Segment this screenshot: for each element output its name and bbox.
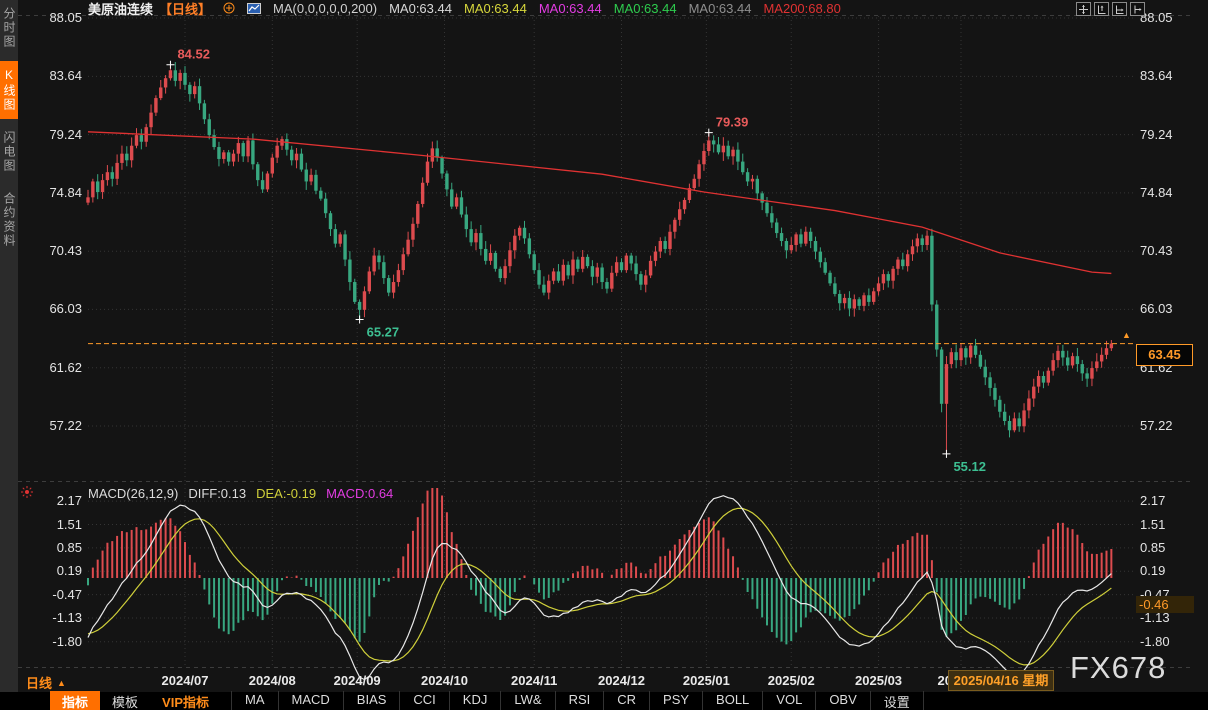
macd-tick: 0.85 [1140, 540, 1196, 556]
x-axis-scale-icon[interactable] [1094, 2, 1109, 16]
macd-tick: 0.85 [26, 540, 82, 556]
brand-watermark: FX678 [1070, 650, 1166, 686]
month-label: 2025/01 [666, 673, 746, 688]
symbol-name: 美原油连续 [88, 0, 153, 18]
macd-tick: 0.19 [26, 563, 82, 579]
indicator-tab-bias[interactable]: BIAS [343, 691, 400, 710]
chart-toolbox [1076, 2, 1145, 16]
price-tick: 57.22 [1140, 418, 1196, 434]
month-label: 2024/12 [582, 673, 662, 688]
price-tick: 88.05 [1140, 10, 1196, 26]
month-label: 2024/07 [145, 673, 225, 688]
y-axis-scale-icon[interactable] [1112, 2, 1127, 16]
ma-params: MA(0,0,0,0,0,200) [273, 1, 377, 16]
macd-params: MACD(26,12,9) [88, 486, 178, 501]
sidebar-item-contract-info[interactable]: 合约资料 [0, 185, 18, 255]
macd-tick: 1.51 [1140, 517, 1196, 533]
month-label: 2024/08 [232, 673, 312, 688]
macd-tick: 2.17 [1140, 493, 1196, 509]
price-tick: 83.64 [1140, 68, 1196, 84]
last-candle-arrow-icon: ▲ [1122, 330, 1131, 340]
bottom-toolbar: 指标 模板 VIP指标 MAMACDBIASCCIKDJLW&RSICRPSYB… [0, 692, 1208, 710]
sidebar: 分时图 K线图 闪电图 合约资料 [0, 0, 18, 692]
price-tick: 61.62 [26, 360, 82, 376]
add-indicator-icon[interactable] [223, 2, 235, 14]
indicator-tab-vol[interactable]: VOL [762, 691, 815, 710]
macd-tick: 2.17 [26, 493, 82, 509]
period-selector[interactable]: 日线 ▲ [26, 673, 66, 692]
price-tick: 57.22 [26, 418, 82, 434]
sidebar-item-flash-chart[interactable]: 闪电图 [0, 124, 18, 180]
caret-up-icon: ▲ [57, 678, 66, 688]
tab-vip-indicators[interactable]: VIP指标 [150, 691, 221, 710]
period-badge: 【日线】 [159, 0, 211, 18]
price-tick: 66.03 [26, 301, 82, 317]
ma-value: MA0:63.44 [389, 1, 452, 16]
macd-tick: -0.47 [26, 587, 82, 603]
macd-tick: 1.51 [26, 517, 82, 533]
chart-header: 美原油连续 【日线】 MA(0,0,0,0,0,200) MA0:63.44 M… [88, 0, 841, 16]
macd-tick: 0.19 [1140, 563, 1196, 579]
indicator-tab-rsi[interactable]: RSI [555, 691, 604, 710]
svg-text:84.52: 84.52 [177, 47, 210, 62]
month-label: 2024/09 [317, 673, 397, 688]
indicator-tab-macd[interactable]: MACD [278, 691, 343, 710]
month-label: 2025/03 [839, 673, 919, 688]
sidebar-item-time-chart[interactable]: 分时图 [0, 0, 18, 56]
ma-value: MA0:63.44 [539, 1, 602, 16]
ma-value: MA200:68.80 [763, 1, 840, 16]
indicator-tab-ma[interactable]: MA [231, 691, 278, 710]
month-label: 2024/10 [404, 673, 484, 688]
indicator-tab-lw&[interactable]: LW& [500, 691, 554, 710]
cursor-date-label: 2025/04/16 星期三 [948, 670, 1054, 691]
price-tick: 79.24 [1140, 127, 1196, 143]
indicator-tab-obv[interactable]: OBV [815, 691, 869, 710]
price-tick: 79.24 [26, 127, 82, 143]
period-selector-label: 日线 [26, 673, 52, 692]
month-label: 2025/02 [751, 673, 831, 688]
ma-value: MA0:63.44 [464, 1, 527, 16]
chart-application: 84.52 65.27 79.39 55.12 分时图 K线图 闪电图 合约资料 美原… [0, 0, 1208, 710]
pane-shift-icon[interactable] [1130, 2, 1145, 16]
macd-tick: -1.13 [26, 610, 82, 626]
ma-value: MA0:63.44 [614, 1, 677, 16]
price-tick: 74.84 [1140, 185, 1196, 201]
current-macd-tag: -0.46 [1136, 596, 1194, 613]
ma-value: MA0:63.44 [689, 1, 752, 16]
macd-dea-value: DEA:-0.19 [256, 486, 316, 501]
tab-templates[interactable]: 模板 [100, 691, 150, 710]
svg-text:55.12: 55.12 [953, 459, 986, 474]
price-tick: 88.05 [26, 10, 82, 26]
svg-text:65.27: 65.27 [367, 324, 400, 339]
price-tick: 74.84 [26, 185, 82, 201]
tab-indicators[interactable]: 指标 [50, 691, 100, 710]
macd-tick: -1.80 [1140, 634, 1196, 650]
indicator-tab-kdj[interactable]: KDJ [449, 691, 501, 710]
mini-chart-icon [247, 3, 261, 14]
indicator-tab-boll[interactable]: BOLL [702, 691, 762, 710]
sidebar-item-candle-chart[interactable]: K线图 [0, 61, 18, 119]
chart-canvas[interactable]: 84.52 65.27 79.39 55.12 [0, 0, 1208, 710]
macd-header: MACD(26,12,9) DIFF:0.13 DEA:-0.19 MACD:0… [88, 486, 393, 501]
crosshair-pan-icon[interactable] [1076, 2, 1091, 16]
indicator-list: MAMACDBIASCCIKDJLW&RSICRPSYBOLLVOLOBV设置 [231, 691, 924, 710]
price-tick: 66.03 [1140, 301, 1196, 317]
price-tick: 83.64 [26, 68, 82, 84]
current-price-tag: 63.45 [1136, 344, 1193, 366]
indicator-tab-cr[interactable]: CR [603, 691, 649, 710]
macd-value: MACD:0.64 [326, 486, 393, 501]
price-tick: 70.43 [26, 243, 82, 259]
svg-text:79.39: 79.39 [716, 115, 749, 130]
indicator-tab-psy[interactable]: PSY [649, 691, 702, 710]
month-label: 2024/11 [494, 673, 574, 688]
macd-diff-value: DIFF:0.13 [188, 486, 246, 501]
indicator-alert-icon [20, 485, 34, 504]
indicator-tab-设置[interactable]: 设置 [870, 691, 924, 710]
indicator-tab-cci[interactable]: CCI [399, 691, 448, 710]
price-tick: 70.43 [1140, 243, 1196, 259]
macd-tick: -1.80 [26, 634, 82, 650]
